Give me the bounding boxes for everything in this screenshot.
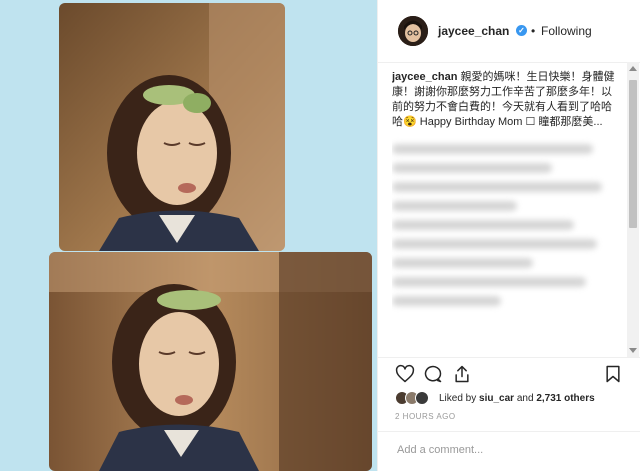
blurred-comment-line xyxy=(392,258,534,268)
post-actions xyxy=(378,357,640,388)
post-header: jaycee_chan ✓ • Following xyxy=(378,0,640,63)
comments-scrollbar[interactable] xyxy=(627,62,639,357)
header-separator: • xyxy=(531,24,536,38)
likes-count[interactable]: 2,731 others xyxy=(536,393,594,404)
blurred-comment-line xyxy=(392,144,593,154)
following-button[interactable]: Following xyxy=(541,24,592,38)
likes-prefix: Liked by xyxy=(439,392,477,404)
post-photo-top xyxy=(59,3,285,251)
comments-area: jaycee_chan 親愛的媽咪！生日快樂！身體健康！謝謝你那麼努力工作辛苦了… xyxy=(392,70,620,348)
blurred-comment-line xyxy=(392,201,518,211)
heart-icon[interactable] xyxy=(395,364,415,384)
profile-avatar[interactable] xyxy=(398,16,428,46)
post-image-area xyxy=(0,0,377,471)
add-comment-section xyxy=(378,431,640,472)
blurred-comment-line xyxy=(392,277,586,287)
blurred-comment-line xyxy=(392,239,598,249)
likes-summary[interactable]: Liked by siu_car and 2,731 others xyxy=(395,391,595,405)
caption-username[interactable]: jaycee_chan xyxy=(392,71,457,83)
post-caption: jaycee_chan 親愛的媽咪！生日快樂！身體健康！謝謝你那麼努力工作辛苦了… xyxy=(392,70,620,130)
post-details-panel: jaycee_chan ✓ • Following jaycee_chan 親愛… xyxy=(377,0,640,471)
liker-avatars xyxy=(395,391,433,405)
add-comment-input[interactable] xyxy=(395,443,619,457)
post-photo-bottom xyxy=(49,252,372,471)
blurred-comment-line xyxy=(392,296,502,306)
header-username[interactable]: jaycee_chan xyxy=(438,24,509,38)
share-icon[interactable] xyxy=(452,364,472,384)
liker-avatar xyxy=(415,391,429,405)
blurred-comment-line xyxy=(392,182,602,192)
comment-icon[interactable] xyxy=(423,364,443,384)
likes-conjunction: and xyxy=(516,392,534,404)
verified-badge-icon: ✓ xyxy=(516,25,527,36)
scrollbar-thumb[interactable] xyxy=(629,80,637,228)
scroll-up-arrow-icon[interactable] xyxy=(629,66,637,71)
blurred-comment-line xyxy=(392,220,575,230)
bookmark-icon[interactable] xyxy=(603,364,623,384)
blurred-comment-line xyxy=(392,163,552,173)
post-timestamp: 2 HOURS AGO xyxy=(395,412,456,421)
blurred-comments xyxy=(392,144,620,306)
likes-username[interactable]: siu_car xyxy=(479,393,514,404)
scroll-down-arrow-icon[interactable] xyxy=(629,348,637,353)
